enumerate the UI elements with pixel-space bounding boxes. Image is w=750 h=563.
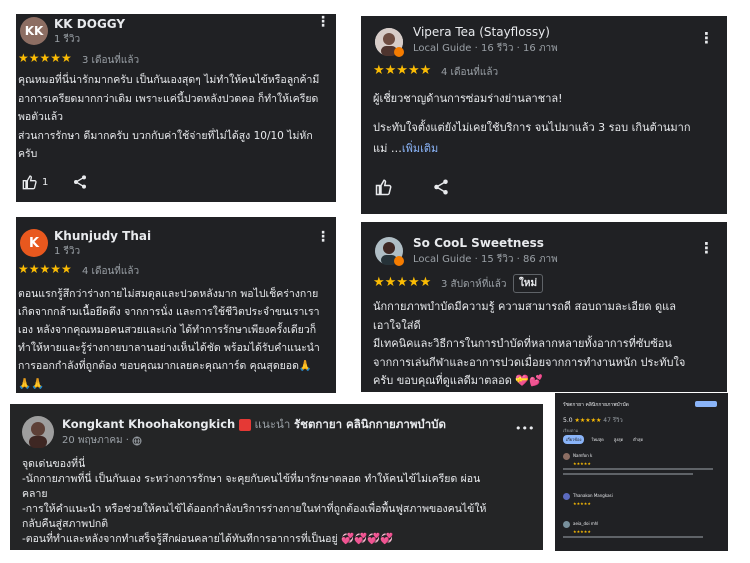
recommend-icon (238, 418, 251, 431)
mini-review-row: Thanakon Mangkasi ★★★★★ (563, 493, 723, 513)
reviewer-name[interactable]: Khunjudy Thai (54, 229, 151, 243)
more-options-icon[interactable]: ••• (515, 422, 534, 435)
reviewer-meta: Local Guide · 15 รีวิว · 86 ภาพ (413, 254, 558, 265)
more-options-icon[interactable]: ⋮ (699, 31, 714, 46)
globe-icon (132, 436, 142, 445)
avatar[interactable]: K (20, 229, 48, 257)
read-more-link[interactable]: เพิ่มเติม (402, 142, 438, 155)
review-time: 4 เดือนที่แล้ว (82, 266, 140, 277)
chip-highest[interactable]: สูงสุด (611, 435, 626, 444)
more-options-icon[interactable]: ⋮ (699, 241, 714, 256)
reviews-panel-thumbnail: รัชตกายา คลินิกกายภาพบำบัด 5.0 ★★★★★ 47 … (555, 393, 728, 551)
share-button[interactable] (72, 174, 88, 194)
share-button[interactable] (432, 178, 450, 200)
avatar (563, 493, 570, 500)
reviewer-name[interactable]: Vipera Tea (Stayflossy) (413, 25, 550, 39)
chip-lowest[interactable]: ต่ำสุด (630, 435, 646, 444)
reviewer-name[interactable]: So CooL Sweetness (413, 236, 544, 250)
page-name-link[interactable]: รัชตกายา คลินิกกายภาพบำบัด (294, 417, 446, 431)
new-badge: ใหม่ (513, 274, 544, 293)
more-options-icon[interactable]: ⋮ (316, 15, 330, 29)
write-review-button[interactable] (695, 401, 717, 407)
post-date: 20 พฤษภาคม · (62, 435, 129, 446)
share-icon (434, 179, 448, 195)
rating-stars: ★★★★★ (373, 275, 432, 290)
review-time: 3 เดือนที่แล้ว (82, 55, 140, 66)
local-guide-badge-icon (394, 47, 404, 57)
review-time: 4 เดือนที่แล้ว (441, 67, 499, 78)
reviewer-meta: Local Guide · 16 รีวิว · 16 ภาพ (413, 43, 558, 54)
more-options-icon[interactable]: ⋮ (316, 230, 330, 244)
panel-title: รัชตกายา คลินิกกายภาพบำบัด (563, 402, 629, 408)
avatar (563, 521, 570, 528)
like-count: 1 (42, 176, 49, 188)
review-time: 3 สัปดาห์ที่แล้ว (441, 279, 507, 290)
poster-name[interactable]: Kongkant Khoohakongkich (62, 417, 235, 431)
review-text: ผู้เชี่ยวชาญด้านการซ่อมร่างย่านลาชาล! ปร… (373, 92, 691, 155)
recommend-label: แนะนำ (254, 417, 291, 431)
avatar (563, 453, 570, 460)
avatar[interactable]: KK (20, 17, 48, 45)
review-card-kk-doggy: KK KK DOGGY 1 รีวิว ⋮ ★★★★★ 3 เดือนที่แล… (16, 14, 336, 202)
review-card-khunjudy: K Khunjudy Thai 1 รีวิว ⋮ ★★★★★ 4 เดือนท… (16, 217, 336, 393)
rating-stars: ★★★★★ (18, 51, 72, 65)
overall-rating: 5.0 ★★★★★ 47 รีวิว (563, 417, 623, 424)
sort-label: เรียงตาม (563, 428, 579, 433)
reviewer-meta: 1 รีวิว (54, 246, 81, 257)
avatar[interactable] (22, 416, 54, 448)
thumbs-up-icon (375, 179, 392, 196)
chip-relevant[interactable]: เกี่ยวข้อง (563, 435, 585, 444)
mini-review-row: Namfon k ★★★★★ (563, 453, 723, 483)
recommendation-post: Kongkant Khoohakongkich แนะนำ รัชตกายา ค… (10, 404, 543, 550)
mini-review-row: aeia_doi mhl ★★★★★ (563, 521, 723, 547)
rating-stars: ★★★★★ (18, 262, 72, 276)
post-text: จุดเด่นของที่นี่ -นักกายภาพที่นี่ เป็นกั… (22, 458, 487, 545)
like-button[interactable]: 1 (22, 174, 48, 190)
review-card-vipera-tea: Vipera Tea (Stayflossy) Local Guide · 16… (361, 16, 727, 214)
profile-photo-icon (22, 416, 54, 448)
review-text: คุณหมอที่นี่น่ารักมากครับ เป็นกันเองสุดๆ… (18, 74, 320, 160)
filter-chips: เกี่ยวข้อง ใหม่สุด สูงสุด ต่ำสุด (563, 435, 646, 444)
share-icon (74, 175, 86, 189)
review-card-so-cool: So CooL Sweetness Local Guide · 15 รีวิว… (361, 222, 727, 392)
reviewer-name[interactable]: KK DOGGY (54, 17, 125, 31)
like-button[interactable] (375, 178, 393, 200)
review-text: ตอนแรกรู้สึกว่าร่างกายไม่สมดุลและปวดหลัง… (18, 288, 320, 390)
review-text: นักกายภาพบำบัดมีความรู้ ความสามารถดี สอบ… (373, 300, 686, 387)
thumbs-up-icon (22, 175, 37, 190)
reviewer-meta: 1 รีวิว (54, 34, 81, 45)
rating-stars: ★★★★★ (373, 63, 432, 78)
local-guide-badge-icon (394, 256, 404, 266)
chip-newest[interactable]: ใหม่สุด (588, 435, 606, 444)
